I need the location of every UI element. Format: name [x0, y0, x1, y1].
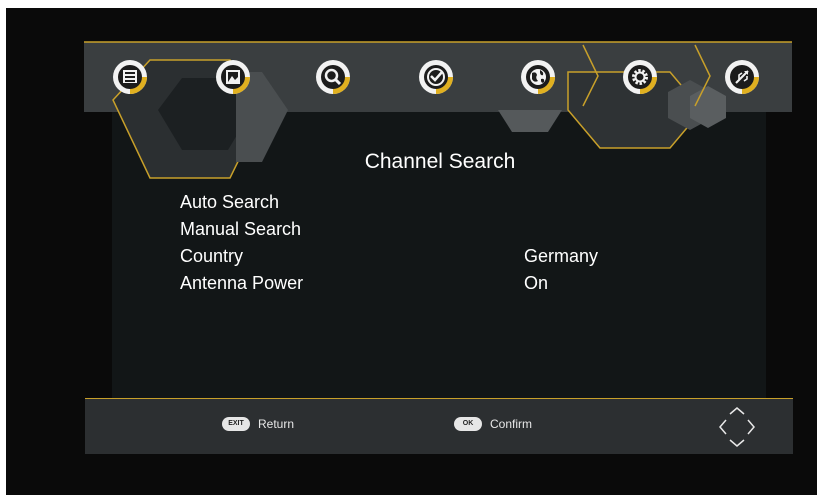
- navigation-arrows-icon: [719, 407, 755, 447]
- settings-menu-icon[interactable]: [620, 57, 660, 97]
- manual-search-item[interactable]: Manual Search: [180, 219, 301, 240]
- page-title: Channel Search: [364, 150, 516, 173]
- country-value[interactable]: Germany: [524, 246, 598, 267]
- country-item[interactable]: Country: [180, 246, 243, 267]
- usb-menu-icon[interactable]: [722, 57, 762, 97]
- antenna-power-value[interactable]: On: [524, 273, 548, 294]
- antenna-power-item[interactable]: Antenna Power: [180, 273, 303, 294]
- ok-key-icon: OK: [454, 417, 482, 431]
- image-menu-icon[interactable]: [213, 57, 253, 97]
- confirm-label: Confirm: [490, 417, 533, 431]
- footer-bar: EXIT Return OK Confirm: [85, 398, 793, 454]
- channel-search-menu-icon[interactable]: [313, 57, 353, 97]
- picture-menu-icon[interactable]: [110, 57, 150, 97]
- time-menu-icon[interactable]: [416, 57, 456, 97]
- hex-decoration: [498, 110, 562, 132]
- return-hint[interactable]: EXIT Return: [222, 417, 294, 431]
- exit-key-icon: EXIT: [222, 417, 250, 431]
- confirm-hint[interactable]: OK Confirm: [454, 417, 532, 431]
- auto-search-item[interactable]: Auto Search: [180, 192, 279, 213]
- return-label: Return: [258, 417, 295, 431]
- language-menu-icon[interactable]: [518, 57, 558, 97]
